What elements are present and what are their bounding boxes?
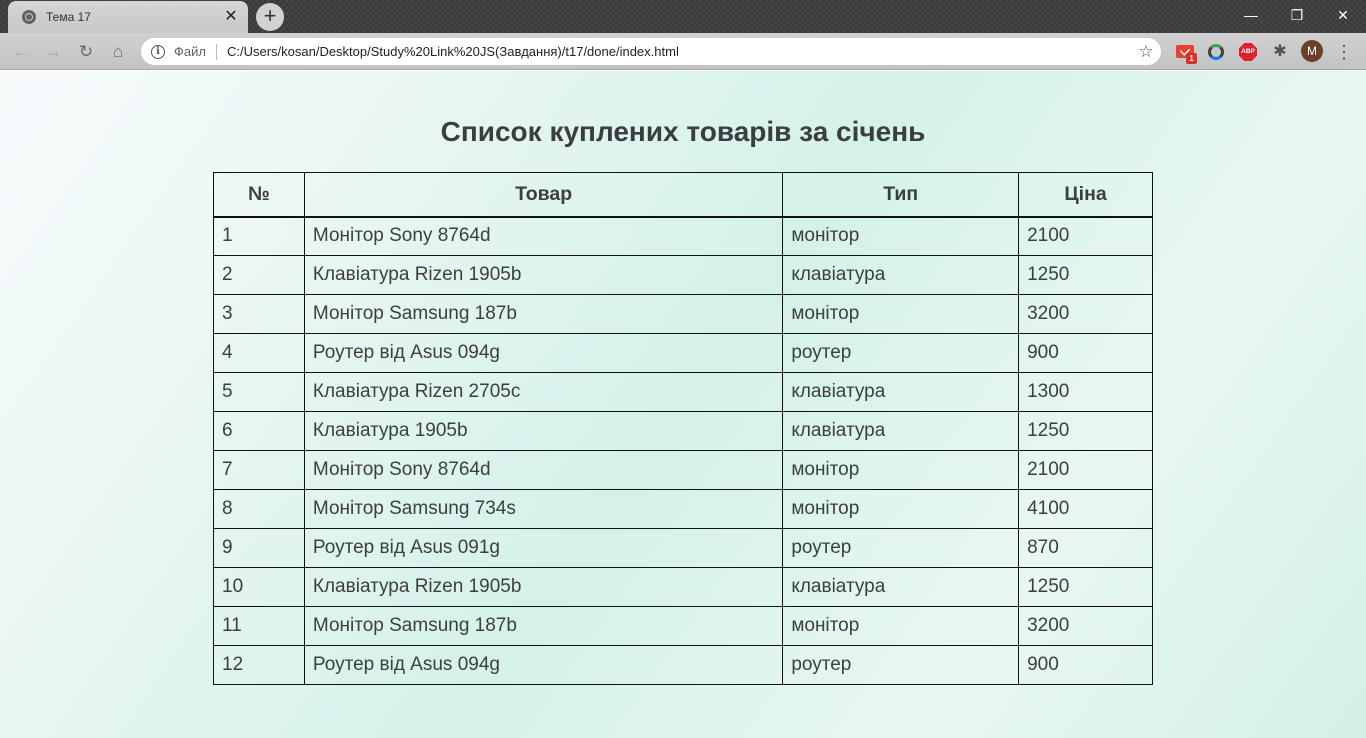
page-viewport: Список куплених товарів за січень № Това…: [0, 71, 1366, 738]
cell-item: Клавіатура 1905b: [303, 411, 784, 451]
cell-num: 4: [213, 333, 305, 373]
table-row: 9 Роутер від Asus 091g роутер 870: [213, 528, 1153, 568]
cell-item: Роутер від Asus 094g: [303, 333, 784, 373]
cell-item: Монітор Samsung 734s: [303, 489, 784, 529]
header-num: №: [213, 172, 305, 218]
maximize-button[interactable]: ❐: [1274, 0, 1320, 30]
gmail-badge: 1: [1186, 53, 1197, 64]
table-row: 3 Монітор Samsung 187b монітор 3200: [213, 294, 1153, 334]
cell-price: 900: [1018, 333, 1153, 373]
cell-num: 5: [213, 372, 305, 412]
table-row: 12 Роутер від Asus 094g роутер 900: [213, 645, 1153, 685]
table-row: 4 Роутер від Asus 094g роутер 900: [213, 333, 1153, 373]
cell-item: Монітор Sony 8764d: [303, 216, 784, 256]
cell-price: 1250: [1018, 255, 1153, 295]
sync-icon: [1208, 44, 1224, 60]
header-price: Ціна: [1018, 172, 1153, 218]
table-row: 8 Монітор Samsung 734s монітор 4100: [213, 489, 1153, 529]
header-type: Тип: [782, 172, 1020, 218]
gmail-extension-icon[interactable]: 1: [1176, 42, 1197, 64]
table-row: 11 Монітор Samsung 187b монітор 3200: [213, 606, 1153, 646]
tab-title: Тема 17: [46, 10, 91, 24]
url-text[interactable]: C:/Users/kosan/Desktop/Study%20Link%20JS…: [227, 44, 1131, 59]
adblock-extension-icon[interactable]: ABP: [1238, 42, 1258, 62]
cell-type: клавіатура: [782, 411, 1020, 451]
cell-price: 1250: [1018, 411, 1153, 451]
profile-avatar[interactable]: M: [1301, 40, 1323, 62]
cell-type: монітор: [782, 216, 1020, 256]
cell-type: клавіатура: [782, 567, 1020, 607]
abp-label: ABP: [1239, 43, 1257, 61]
cell-item: Клавіатура Rizen 2705c: [303, 372, 784, 412]
table-row: 1 Монітор Sony 8764d монітор 2100: [213, 216, 1153, 256]
cell-num: 10: [213, 567, 305, 607]
cell-price: 1300: [1018, 372, 1153, 412]
address-bar[interactable]: i Файл C:/Users/kosan/Desktop/Study%20Li…: [141, 38, 1161, 65]
info-icon[interactable]: i: [151, 44, 165, 59]
cell-type: роутер: [782, 333, 1020, 373]
cell-num: 2: [213, 255, 305, 295]
table-row: 2 Клавіатура Rizen 1905b клавіатура 1250: [213, 255, 1153, 295]
cell-num: 7: [213, 450, 305, 490]
bookmark-star-icon[interactable]: ☆: [1131, 42, 1161, 62]
cell-item: Клавіатура Rizen 1905b: [303, 567, 784, 607]
cell-num: 8: [213, 489, 305, 529]
cell-num: 12: [213, 645, 305, 685]
table-header-row: № Товар Тип Ціна: [213, 172, 1153, 218]
minimize-button[interactable]: —: [1228, 0, 1274, 30]
back-button[interactable]: ←: [9, 40, 33, 64]
sync-extension-icon[interactable]: [1206, 42, 1226, 62]
cell-item: Роутер від Asus 094g: [303, 645, 784, 685]
cell-item: Монітор Samsung 187b: [303, 294, 784, 334]
cell-num: 1: [213, 216, 305, 256]
cell-type: роутер: [782, 528, 1020, 568]
cell-price: 3200: [1018, 294, 1153, 334]
table-row: 7 Монітор Sony 8764d монітор 2100: [213, 450, 1153, 490]
cell-num: 9: [213, 528, 305, 568]
tab-close-icon[interactable]: ✕: [222, 9, 240, 25]
cell-price: 3200: [1018, 606, 1153, 646]
cell-type: монітор: [782, 294, 1020, 334]
cell-type: роутер: [782, 645, 1020, 685]
cell-type: клавіатура: [782, 255, 1020, 295]
cell-price: 4100: [1018, 489, 1153, 529]
scheme-label: Файл: [174, 44, 206, 59]
menu-kebab-icon[interactable]: ⋮: [1334, 40, 1354, 64]
table-row: 6 Клавіатура 1905b клавіатура 1250: [213, 411, 1153, 451]
close-window-button[interactable]: ✕: [1320, 0, 1366, 30]
cell-type: монітор: [782, 489, 1020, 529]
cell-type: клавіатура: [782, 372, 1020, 412]
globe-icon: [22, 10, 36, 24]
browser-toolbar: ← → ↻ ⌂ i Файл C:/Users/kosan/Desktop/St…: [0, 33, 1366, 70]
page-title: Список куплених товарів за січень: [440, 116, 926, 147]
omnibox-divider: [215, 43, 217, 60]
reload-button[interactable]: ↻: [74, 40, 98, 64]
cell-price: 870: [1018, 528, 1153, 568]
cell-item: Клавіатура Rizen 1905b: [303, 255, 784, 295]
goods-table: № Товар Тип Ціна 1 Монітор Sony 8764d моні…: [213, 172, 1153, 685]
tab-strip: Тема 17 ✕ + — ❐ ✕: [0, 0, 1366, 33]
browser-tab[interactable]: Тема 17 ✕: [8, 1, 248, 33]
cell-price: 2100: [1018, 216, 1153, 256]
cell-item: Монітор Sony 8764d: [303, 450, 784, 490]
cell-num: 11: [213, 606, 305, 646]
table-row: 10 Клавіатура Rizen 1905b клавіатура 1250: [213, 567, 1153, 607]
cell-price: 1250: [1018, 567, 1153, 607]
cell-num: 3: [213, 294, 305, 334]
extensions-puzzle-icon[interactable]: ✱: [1270, 42, 1290, 62]
forward-button[interactable]: →: [41, 40, 65, 64]
header-item: Товар: [303, 172, 784, 218]
cell-item: Роутер від Asus 091g: [303, 528, 784, 568]
table-row: 5 Клавіатура Rizen 2705c клавіатура 1300: [213, 372, 1153, 412]
cell-type: монітор: [782, 606, 1020, 646]
cell-item: Монітор Samsung 187b: [303, 606, 784, 646]
cell-price: 900: [1018, 645, 1153, 685]
cell-type: монітор: [782, 450, 1020, 490]
new-tab-button[interactable]: +: [256, 3, 284, 31]
cell-price: 2100: [1018, 450, 1153, 490]
cell-num: 6: [213, 411, 305, 451]
home-button[interactable]: ⌂: [106, 40, 130, 64]
window-controls: — ❐ ✕: [1228, 0, 1366, 30]
